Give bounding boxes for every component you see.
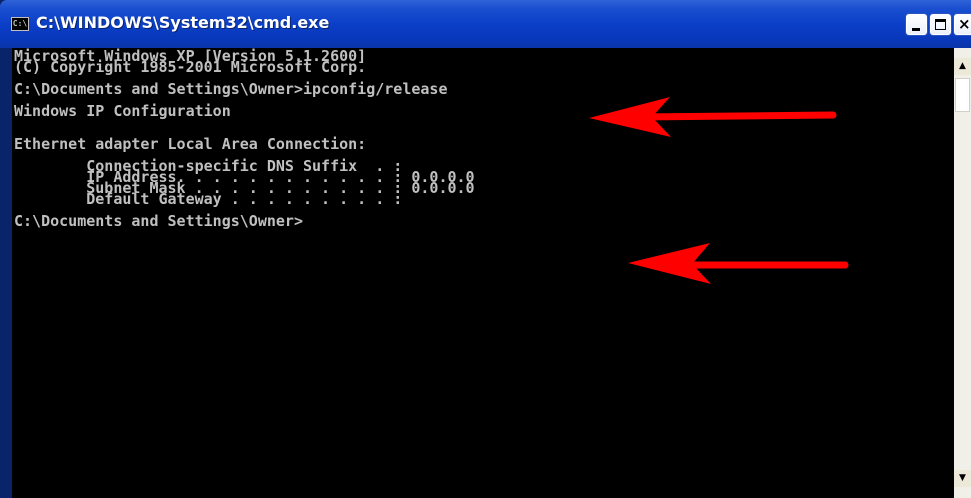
close-icon: ×: [958, 15, 971, 33]
cmd-console-icon[interactable]: C:\: [11, 17, 29, 31]
window-title: C:\WINDOWS\System32\cmd.exe: [36, 13, 330, 32]
close-button[interactable]: ×: [954, 14, 971, 35]
console-line: Windows IP Configuration: [14, 102, 231, 120]
console-line: Ethernet adapter Local Area Connection:: [14, 135, 367, 153]
scroll-thumb[interactable]: [955, 78, 970, 112]
minimize-icon: [912, 28, 920, 31]
maximize-button[interactable]: [930, 14, 951, 35]
vertical-scrollbar[interactable]: ▲ ▼: [954, 48, 971, 498]
console-output[interactable]: Microsoft Windows XP [Version 5.1.2600](…: [12, 48, 954, 498]
console-prompt: C:\Documents and Settings\Owner>: [14, 212, 303, 230]
console-line: (C) Copyright 1985-2001 Microsoft Corp.: [14, 58, 367, 76]
maximize-icon: [935, 19, 946, 30]
title-bar[interactable]: C:\ C:\WINDOWS\System32\cmd.exe ×: [0, 0, 971, 48]
scroll-down-arrow-icon[interactable]: ▼: [954, 470, 971, 487]
cmd-window: C:\ C:\WINDOWS\System32\cmd.exe × Micros…: [0, 0, 971, 498]
console-line-release-command: C:\Documents and Settings\Owner>ipconfig…: [14, 80, 448, 98]
console-text: Microsoft Windows XP [Version 5.1.2600](…: [14, 49, 475, 230]
minimize-button[interactable]: [906, 14, 927, 35]
scroll-up-arrow-icon[interactable]: ▲: [954, 58, 971, 75]
